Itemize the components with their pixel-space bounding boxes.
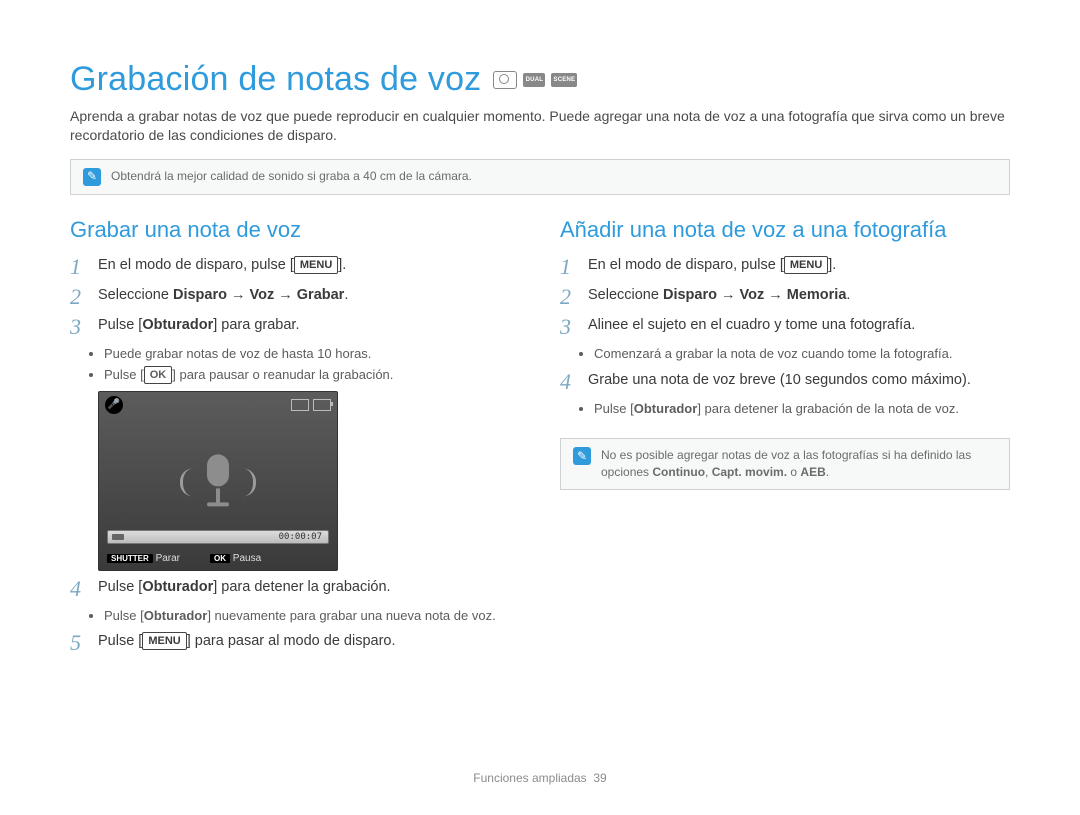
right-step-4-bullets: Pulse [Obturador] para detener la grabac…: [594, 400, 1010, 418]
scene-mode-icon: SCENE: [551, 73, 577, 87]
manual-page: Grabación de notas de voz DUAL SCENE Apr…: [0, 0, 1080, 815]
step-text: Grabe una nota de voz breve (10 segundos…: [588, 370, 971, 391]
left-heading: Grabar una nota de voz: [70, 217, 520, 243]
bullet: Comenzará a grabar la nota de voz cuando…: [594, 345, 1010, 363]
step-number: 1: [70, 255, 88, 279]
shutter-hint: SHUTTER Parar: [107, 553, 180, 564]
left-step-5: 5 Pulse [MENU] para pasar al modo de dis…: [70, 631, 520, 655]
menu-key-icon: MENU: [142, 632, 186, 650]
sound-wave-left-icon: [180, 468, 193, 496]
progress-bar: 00:00:07: [107, 530, 329, 544]
right-step-3-bullets: Comenzará a grabar la nota de voz cuando…: [594, 345, 1010, 363]
recording-indicator-icon: 🎤: [105, 396, 123, 414]
step-text: En el modo de disparo, pulse [MENU].: [588, 255, 836, 276]
step-number: 3: [70, 315, 88, 339]
content-columns: Grabar una nota de voz 1 En el modo de d…: [70, 213, 1010, 661]
right-step-1: 1 En el modo de disparo, pulse [MENU].: [560, 255, 1010, 279]
bullet: Pulse [Obturador] para detener la grabac…: [594, 400, 1010, 418]
tip-text: Obtendrá la mejor calidad de sonido si g…: [111, 168, 472, 185]
microphone-graphic: [180, 454, 256, 510]
menu-key-icon: MENU: [784, 256, 828, 274]
screen-footer: SHUTTER Parar OK Pausa: [107, 553, 329, 564]
left-step-2: 2 Seleccione Disparo → Voz → Grabar.: [70, 285, 520, 309]
step-text: Seleccione Disparo → Voz → Grabar.: [98, 285, 348, 306]
step-number: 4: [70, 577, 88, 601]
footer-section: Funciones ampliadas: [473, 771, 586, 785]
right-column: Añadir una nota de voz a una fotografía …: [560, 213, 1010, 661]
intro-text: Aprenda a grabar notas de voz que puede …: [70, 107, 1010, 145]
sound-wave-right-icon: [243, 468, 256, 496]
right-step-4: 4 Grabe una nota de voz breve (10 segund…: [560, 370, 1010, 394]
step-number: 4: [560, 370, 578, 394]
left-step-4: 4 Pulse [Obturador] para detener la grab…: [70, 577, 520, 601]
info-icon: ✎: [573, 447, 591, 465]
step-text: Pulse [Obturador] para detener la grabac…: [98, 577, 391, 598]
timer: 00:00:07: [279, 532, 322, 542]
left-step-3-bullets: Puede grabar notas de voz de hasta 10 ho…: [104, 345, 520, 384]
step-text: En el modo de disparo, pulse [MENU].: [98, 255, 346, 276]
tip-note: ✎ Obtendrá la mejor calidad de sonido si…: [70, 159, 1010, 195]
step-number: 2: [560, 285, 578, 309]
page-title: Grabación de notas de voz DUAL SCENE: [70, 60, 1010, 99]
info-icon: ✎: [83, 168, 101, 186]
bullet: Pulse [Obturador] nuevamente para grabar…: [104, 607, 520, 625]
camera-mode-icon: [493, 71, 517, 89]
left-step-3: 3 Pulse [Obturador] para grabar.: [70, 315, 520, 339]
ok-key-icon: OK: [144, 366, 173, 384]
ok-hint: OK Pausa: [210, 553, 261, 564]
right-heading: Añadir una nota de voz a una fotografía: [560, 217, 1010, 243]
step-text: Pulse [Obturador] para grabar.: [98, 315, 299, 336]
title-text: Grabación de notas de voz: [70, 60, 481, 99]
screen-status-icons: [291, 399, 331, 411]
step-number: 2: [70, 285, 88, 309]
step-number: 3: [560, 315, 578, 339]
mode-icons: DUAL SCENE: [493, 71, 577, 89]
screen-top-bar: 🎤: [105, 396, 331, 414]
step-number: 5: [70, 631, 88, 655]
left-step-1: 1 En el modo de disparo, pulse [MENU].: [70, 255, 520, 279]
restriction-text: No es posible agregar notas de voz a las…: [601, 447, 997, 481]
step-text: Seleccione Disparo → Voz → Memoria.: [588, 285, 850, 306]
battery-icon: [313, 399, 331, 411]
right-step-2: 2 Seleccione Disparo → Voz → Memoria.: [560, 285, 1010, 309]
menu-key-icon: MENU: [294, 256, 338, 274]
dual-mode-icon: DUAL: [523, 73, 545, 87]
left-step-4-bullets: Pulse [Obturador] nuevamente para grabar…: [104, 607, 520, 625]
left-column: Grabar una nota de voz 1 En el modo de d…: [70, 213, 520, 661]
right-step-3: 3 Alinee el sujeto en el cuadro y tome u…: [560, 315, 1010, 339]
step-text: Pulse [MENU] para pasar al modo de dispa…: [98, 631, 396, 652]
microphone-icon: [199, 454, 237, 510]
memory-card-icon: [291, 399, 309, 411]
bullet: Pulse [OK] para pausar o reanudar la gra…: [104, 366, 520, 385]
footer-page: 39: [593, 771, 606, 785]
restriction-note: ✎ No es posible agregar notas de voz a l…: [560, 438, 1010, 490]
camera-screen-preview: 🎤 00:00:07 SHUTTER P: [98, 391, 338, 571]
step-number: 1: [560, 255, 578, 279]
page-footer: Funciones ampliadas 39: [0, 771, 1080, 785]
bullet: Puede grabar notas de voz de hasta 10 ho…: [104, 345, 520, 363]
step-text: Alinee el sujeto en el cuadro y tome una…: [588, 315, 915, 336]
